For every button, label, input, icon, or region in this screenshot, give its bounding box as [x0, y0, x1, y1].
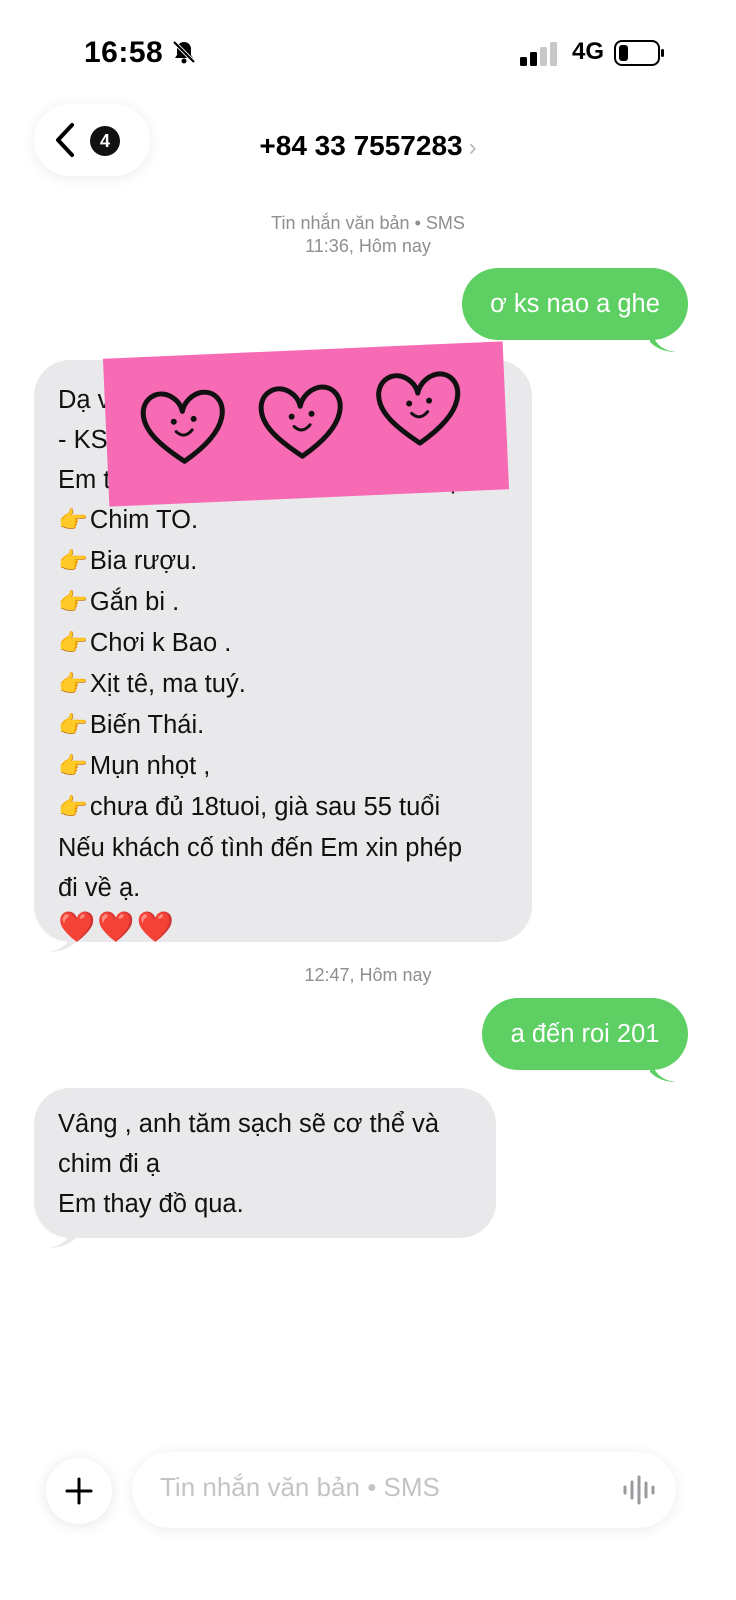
redaction-sticker — [102, 341, 510, 507]
message-line: Vâng , anh tăm sạch sẽ cơ thể và — [58, 1110, 440, 1138]
bell-muted-icon — [172, 40, 196, 64]
input-placeholder: Tin nhắn văn bản • SMS — [160, 1472, 440, 1502]
message-text: ơ ks nao a ghe — [490, 290, 660, 318]
waveform-icon[interactable] — [622, 1474, 656, 1506]
add-attachment-button[interactable] — [46, 1458, 112, 1524]
pointing-hand-icon: 👉 — [58, 753, 88, 780]
cellular-signal-icon — [520, 42, 557, 66]
message-line: chim đi ạ — [58, 1150, 161, 1178]
chevron-right-icon: › — [468, 134, 477, 161]
message-line: 👉Bia rượu. — [58, 547, 198, 575]
conversation-header: 4 +84 33 7557283 › — [0, 100, 736, 200]
pointing-hand-icon: 👉 — [58, 548, 88, 575]
message-text: a đến roi 201 — [510, 1020, 660, 1048]
pointing-hand-icon: 👉 — [58, 630, 88, 657]
pointing-hand-icon: 👉 — [58, 589, 88, 616]
plus-icon — [65, 1477, 93, 1505]
incoming-message[interactable]: Vâng , anh tăm sạch sẽ cơ thể và chim đi… — [34, 1088, 496, 1238]
network-type: 4G — [572, 38, 605, 65]
contact-name[interactable]: +84 33 7557283 › — [0, 130, 736, 162]
pointing-hand-icon: 👉 — [58, 794, 88, 821]
message-line: 👉Chơi k Bao . — [58, 629, 232, 657]
status-bar: 16:58 4G — [0, 0, 736, 100]
clock: 16:58 — [84, 36, 164, 69]
outgoing-message[interactable]: a đến roi 201 — [482, 998, 688, 1070]
hearts-emoji: ❤️❤️❤️ — [58, 911, 177, 944]
message-line-start: Em t — [58, 466, 111, 494]
contact-number: +84 33 7557283 — [259, 130, 463, 161]
outgoing-message[interactable]: ơ ks nao a ghe — [462, 268, 688, 340]
message-input[interactable]: Tin nhắn văn bản • SMS — [132, 1452, 676, 1528]
message-line: 👉Gắn bi . — [58, 588, 180, 616]
smiling-heart-icon — [258, 384, 343, 459]
message-line: đi về ạ. — [58, 874, 141, 902]
smiling-heart-icon — [376, 371, 461, 446]
smiling-heart-icon — [140, 389, 225, 464]
timestamp: 11:36, Hôm nay — [305, 236, 431, 256]
pointing-hand-icon: 👉 — [58, 712, 88, 739]
timestamp: 12:47, Hôm nay — [304, 965, 432, 985]
pointing-hand-icon: 👉 — [58, 507, 88, 534]
sms-label: Tin nhắn văn bản • SMS — [271, 213, 465, 233]
pointing-hand-icon: 👉 — [58, 671, 88, 698]
message-line: 👉Mụn nhọt , — [58, 752, 211, 780]
message-line: 👉chưa đủ 18tuoi, già sau 55 tuổi — [58, 793, 441, 821]
message-line: Em thay đồ qua. — [58, 1190, 244, 1218]
message-line: Nếu khách cố tình đến Em xin phép — [58, 834, 463, 862]
message-line: 👉Biến Thái. — [58, 711, 205, 739]
battery-icon — [614, 40, 664, 66]
compose-bar: Tin nhắn văn bản • SMS — [0, 1440, 736, 1540]
message-line: 👉Chim TO. — [58, 506, 199, 534]
message-line: 👉Xịt tê, ma tuý. — [58, 670, 246, 698]
thread-info: Tin nhắn văn bản • SMS 11:36, Hôm nay — [0, 212, 736, 258]
